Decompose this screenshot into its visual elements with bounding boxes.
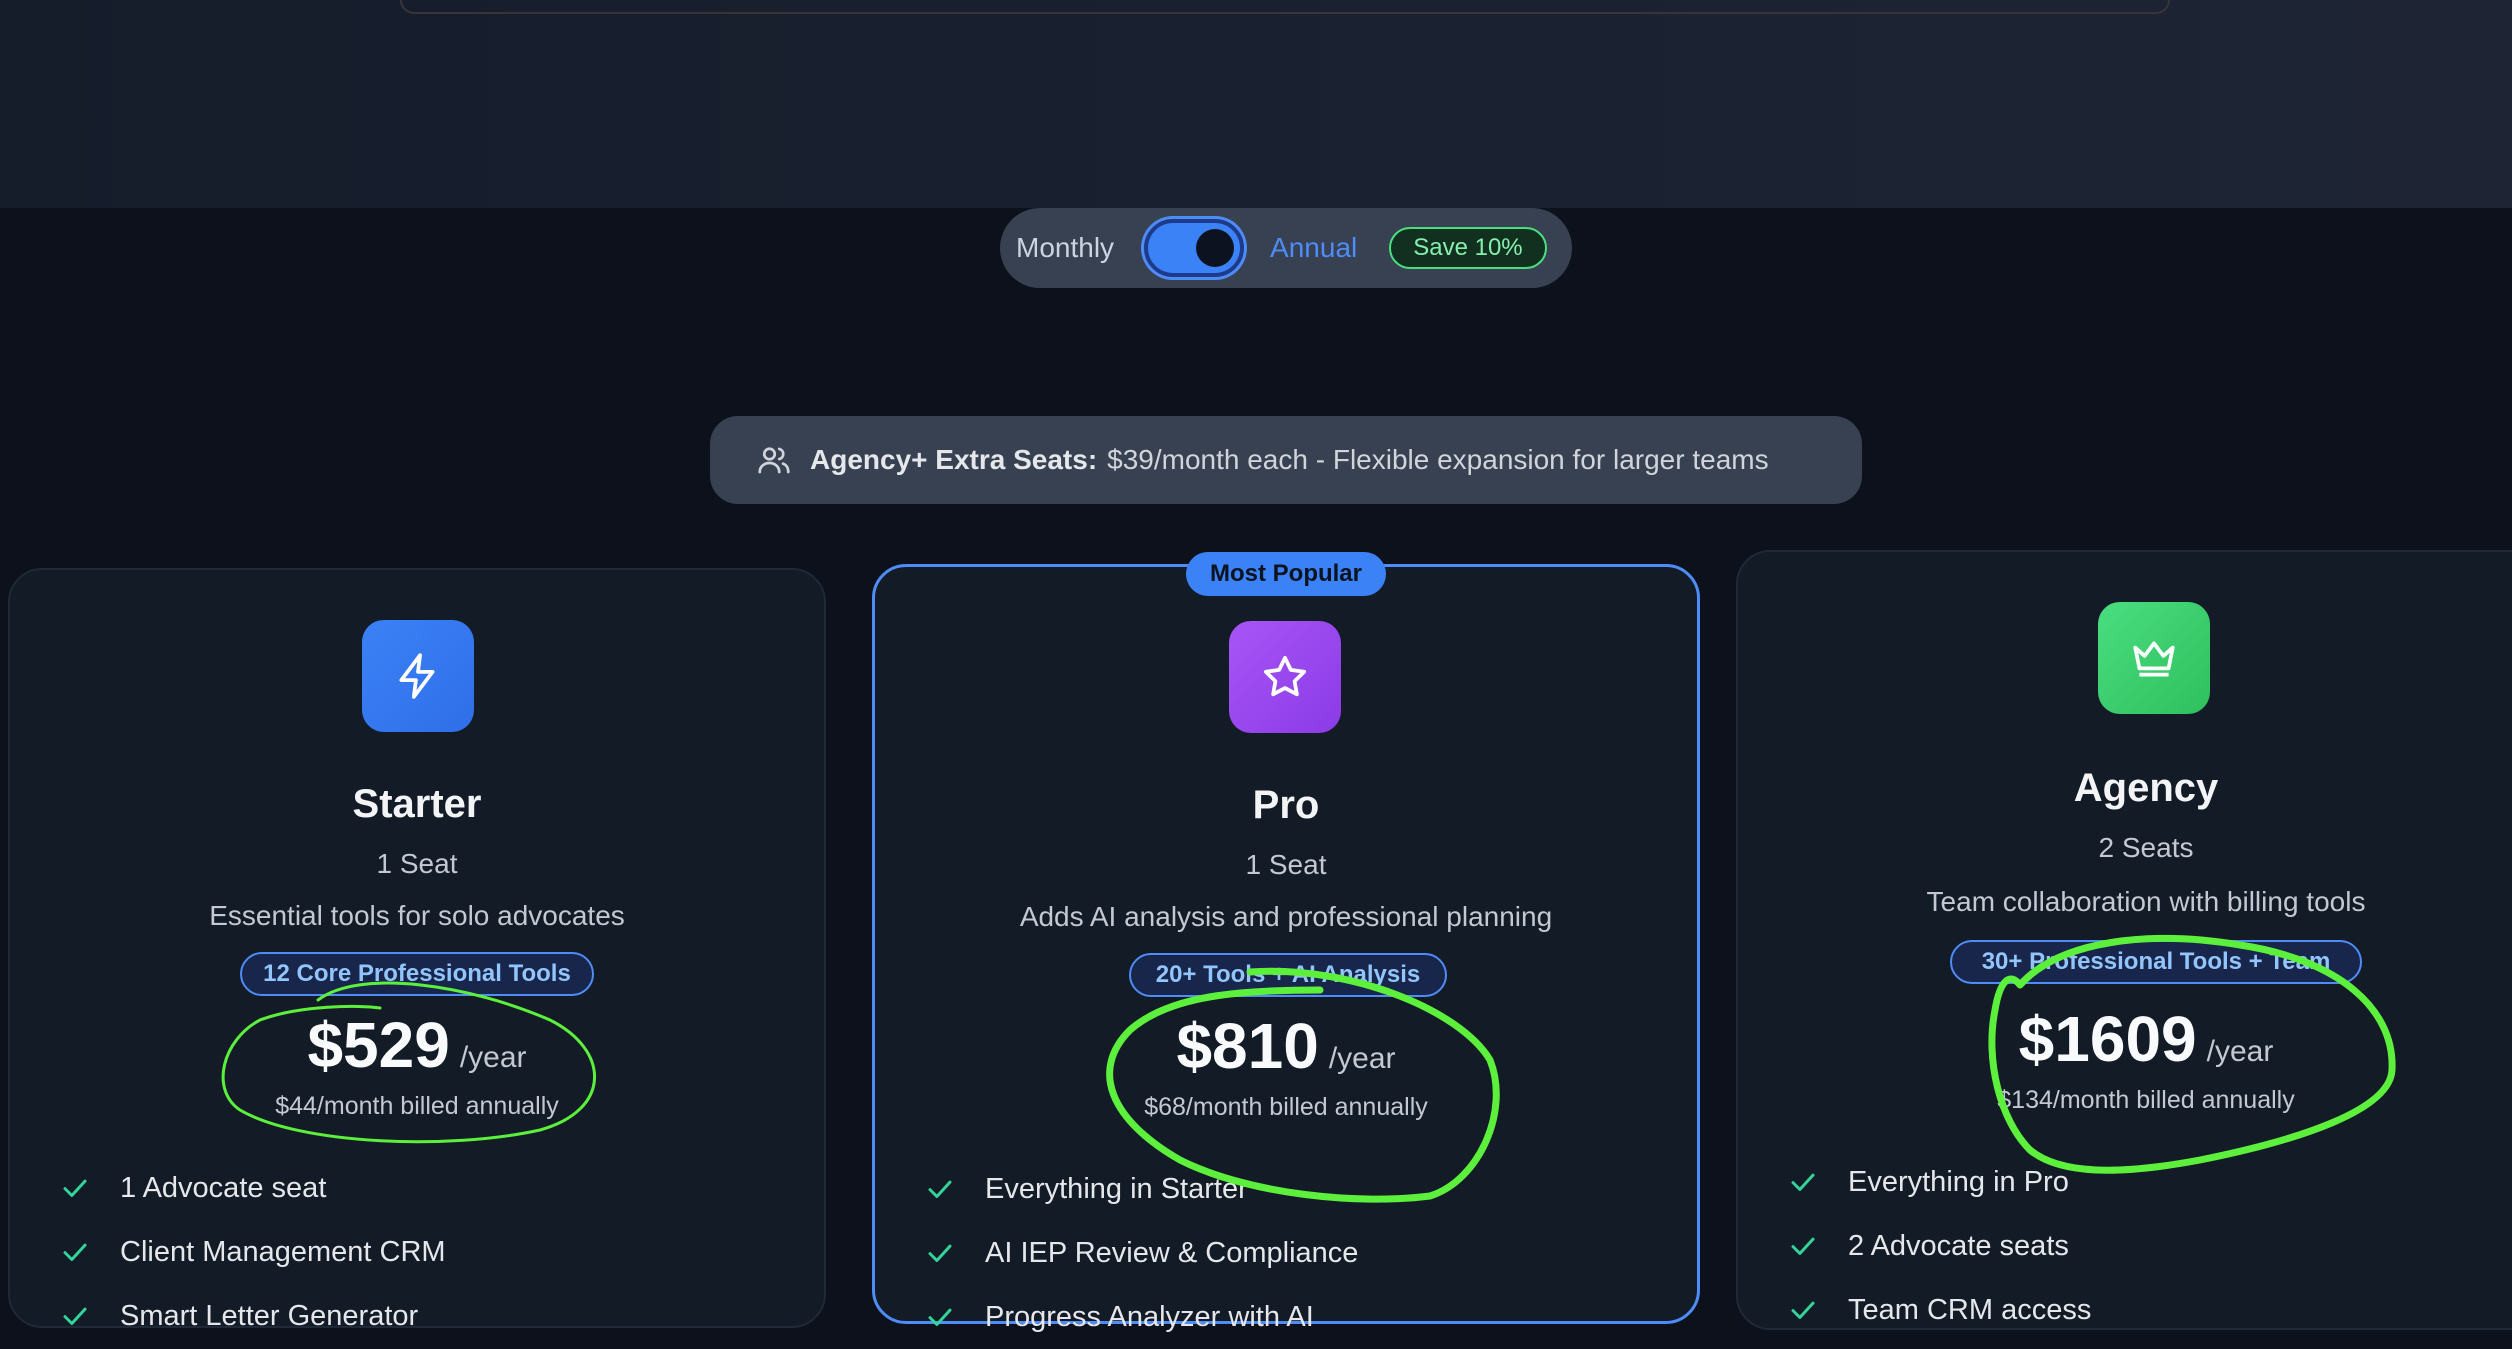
plan-price: $810/year [875, 1009, 1697, 1083]
price-period: /year [2206, 1035, 2274, 1068]
plan-card-agency: Agency 2 Seats Team collaboration with b… [1736, 550, 2512, 1330]
hero-section [0, 0, 2512, 208]
plan-card-starter: Starter 1 Seat Essential tools for solo … [8, 568, 826, 1332]
plan-description: Adds AI analysis and professional planni… [1019, 901, 1553, 932]
hero-frame-edge [400, 0, 2170, 14]
billing-period-toggle: Monthly Annual Save 10% [1000, 208, 1572, 288]
plan-price: $529/year [10, 1008, 824, 1082]
feature-item: Team CRM access [1788, 1278, 2091, 1342]
price-amount: $529 [307, 1009, 450, 1081]
plan-price: $1609/year [1738, 1002, 2512, 1076]
extra-seats-text: $39/month each - Flexible expansion for … [1107, 444, 1769, 475]
check-icon [928, 1180, 952, 1198]
price-amount: $810 [1176, 1010, 1319, 1082]
feature-item: Everything in Pro [1788, 1150, 2091, 1214]
check-icon [63, 1179, 87, 1197]
feature-item: 2 Advocate seats [1788, 1214, 2091, 1278]
price-period: /year [459, 1041, 527, 1074]
check-icon [1791, 1173, 1815, 1191]
most-popular-badge: Most Popular [1186, 552, 1386, 596]
save-badge: Save 10% [1389, 227, 1547, 269]
feature-item: Everything in Starter [925, 1157, 1358, 1221]
billing-switch[interactable] [1144, 219, 1245, 277]
check-icon [63, 1243, 87, 1261]
extra-seats-title: Agency+ Extra Seats: [810, 444, 1098, 475]
price-period: /year [1328, 1042, 1396, 1075]
check-icon [63, 1307, 87, 1325]
feature-list: Everything in Pro 2 Advocate seats Team … [1788, 1150, 2091, 1342]
check-icon [1791, 1301, 1815, 1319]
feature-list: Everything in Starter AI IEP Review & Co… [925, 1157, 1358, 1349]
feature-item: Progress Analyzer with AI [925, 1285, 1358, 1349]
tools-badge: 30+ Professional Tools + Team [1950, 940, 2362, 984]
billed-note: $44/month billed annually [275, 1092, 559, 1120]
billed-note: $134/month billed annually [1997, 1086, 2295, 1114]
feature-item: Smart Letter Generator [60, 1284, 446, 1348]
plan-seats: 1 Seat [376, 848, 458, 879]
plan-seats: 2 Seats [2098, 832, 2194, 863]
annual-option[interactable]: Annual [1270, 232, 1357, 264]
star-icon [1229, 621, 1341, 733]
plan-description: Team collaboration with billing tools [1926, 886, 2366, 917]
plan-name: Starter [352, 782, 482, 826]
check-icon [928, 1308, 952, 1326]
price-amount: $1609 [2018, 1003, 2197, 1075]
tools-badge: 20+ Tools + AI Analysis [1129, 953, 1447, 997]
plan-card-pro: Pro 1 Seat Adds AI analysis and professi… [872, 564, 1700, 1333]
crown-icon [2098, 602, 2210, 714]
feature-item: 1 Advocate seat [60, 1156, 446, 1220]
check-icon [1791, 1237, 1815, 1255]
plan-name: Pro [1252, 783, 1320, 827]
check-icon [928, 1244, 952, 1262]
feature-item: AI IEP Review & Compliance [925, 1221, 1358, 1285]
billed-note: $68/month billed annually [1144, 1093, 1428, 1121]
tools-badge: 12 Core Professional Tools [240, 952, 594, 996]
lightning-icon [362, 620, 474, 732]
plan-seats: 1 Seat [1245, 849, 1327, 880]
feature-item: Client Management CRM [60, 1220, 446, 1284]
users-icon [758, 447, 790, 474]
switch-knob [1196, 229, 1235, 267]
feature-list: 1 Advocate seat Client Management CRM Sm… [60, 1156, 446, 1348]
monthly-option[interactable]: Monthly [1016, 232, 1114, 264]
plan-name: Agency [2073, 766, 2219, 810]
plan-description: Essential tools for solo advocates [209, 900, 625, 931]
extra-seats-banner: Agency+ Extra Seats: $39/month each - Fl… [710, 416, 1862, 504]
